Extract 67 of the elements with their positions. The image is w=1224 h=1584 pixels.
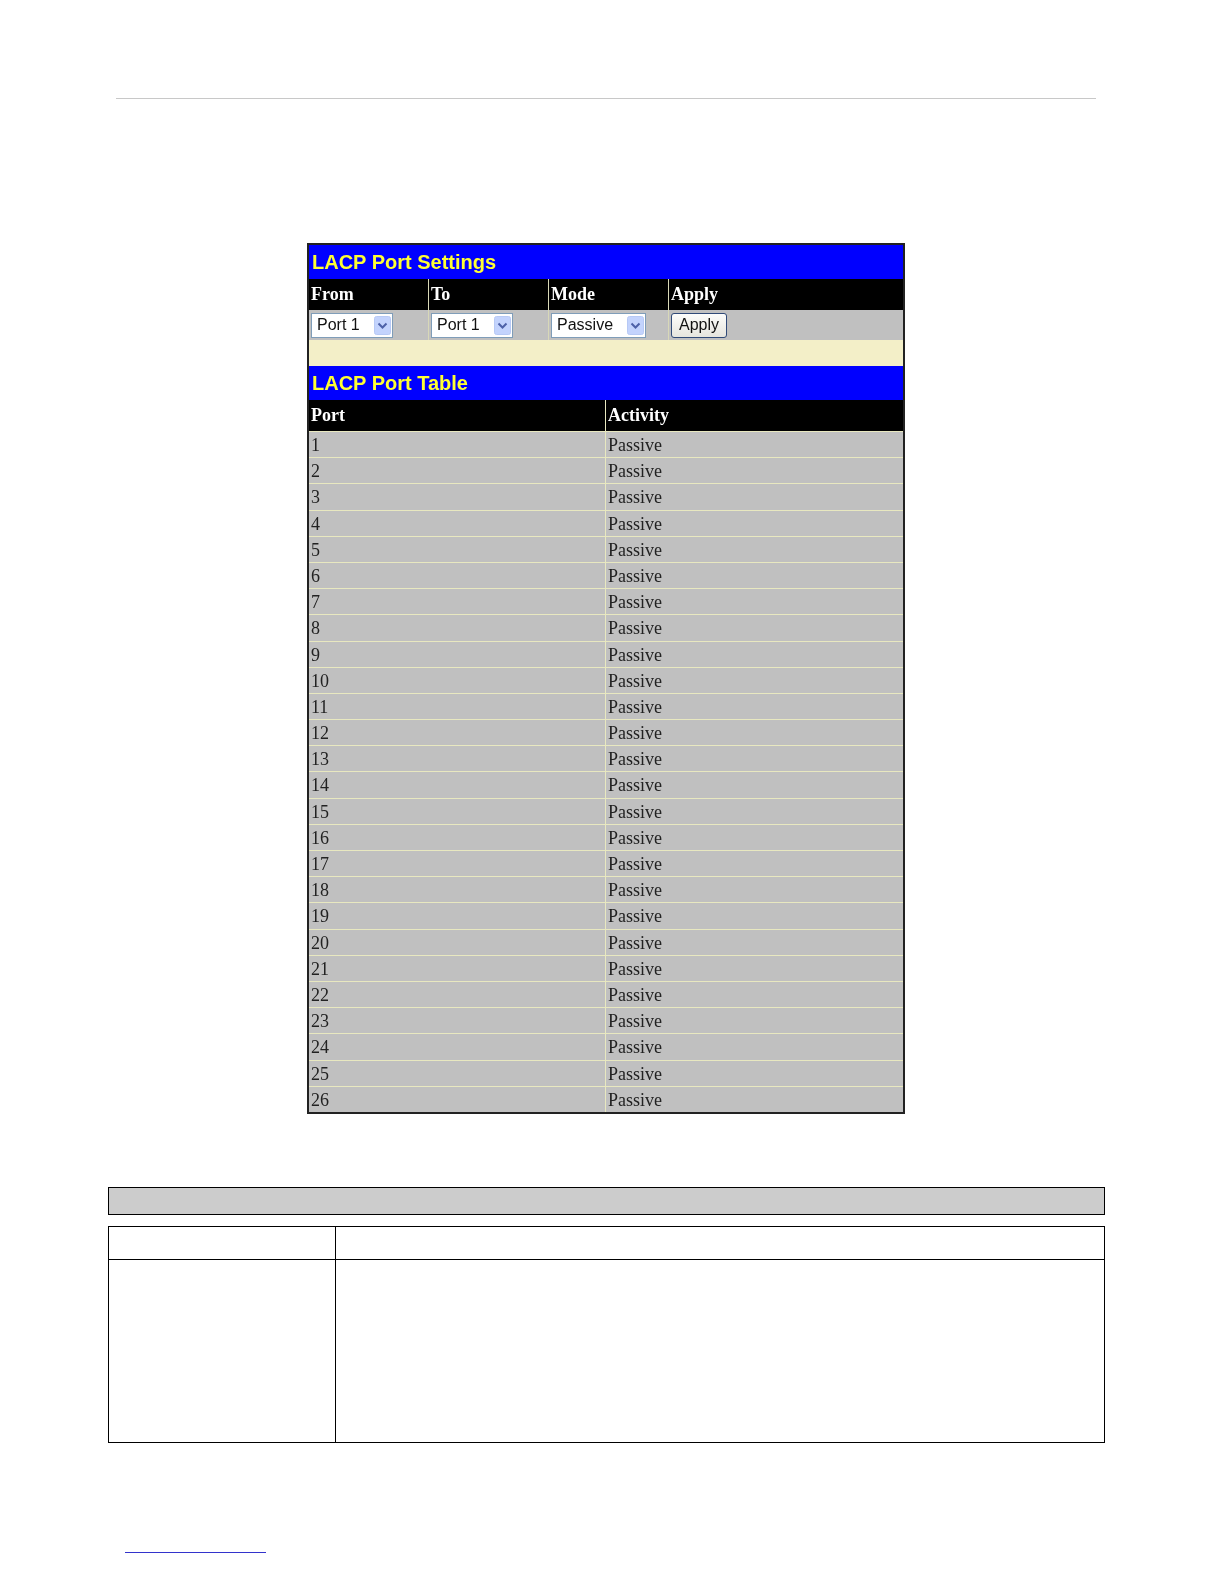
table-cell: 2 (309, 458, 605, 484)
table-cell: 11 (309, 693, 605, 720)
table-cell: 25 (309, 1060, 605, 1086)
table-cell: Passive (606, 746, 903, 772)
table-cell: 23 (309, 1008, 605, 1034)
table-cell: Passive (606, 432, 903, 458)
table-cell: 4 (309, 510, 605, 536)
table-cell: 18 (309, 877, 605, 903)
table-cell: Passive (606, 641, 903, 667)
table-cell: 21 (309, 955, 605, 981)
table-cell: Passive (606, 1086, 903, 1112)
column-header: Port (309, 400, 605, 431)
table-cell: 8 (309, 615, 605, 641)
table-cell: 6 (309, 562, 605, 589)
section-title: LACP Port Table (309, 366, 903, 400)
table-cell: 24 (309, 1034, 605, 1060)
table-cell: Passive (606, 903, 903, 929)
table-cell: Passive (606, 929, 903, 955)
table-cell: 10 (309, 667, 605, 693)
table-cell: 3 (309, 484, 605, 510)
table-cell: Passive (606, 458, 903, 484)
table-cell: 19 (309, 903, 605, 929)
table-cell: 22 (309, 981, 605, 1008)
dropdown-field[interactable]: Passive (551, 312, 647, 338)
caret-icon (493, 315, 511, 335)
apply-button[interactable]: Apply (671, 312, 728, 338)
table-cell: Passive (606, 589, 903, 615)
table-cell: 15 (309, 798, 605, 824)
table-cell: 7 (309, 589, 605, 615)
table-cell: Passive (606, 615, 903, 641)
table-cell: 12 (309, 720, 605, 746)
table-cell: Passive (606, 536, 903, 562)
column-header: To (429, 279, 548, 310)
table-cell: Passive (606, 981, 903, 1008)
table-cell: Passive (606, 1060, 903, 1086)
column-header: From (309, 279, 428, 310)
table-cell: Passive (606, 562, 903, 589)
caret-icon (627, 315, 645, 335)
table-cell: Passive (606, 798, 903, 824)
table-cell: Passive (606, 772, 903, 798)
table-cell: Passive (606, 693, 903, 720)
table-cell: 9 (309, 641, 605, 667)
table-cell: Passive (606, 1034, 903, 1060)
table-cell: Passive (606, 484, 903, 510)
table-cell: Passive (606, 667, 903, 693)
dropdown-field[interactable]: Port 1 (311, 312, 393, 338)
column-header: Activity (606, 400, 903, 431)
table-cell: 13 (309, 746, 605, 772)
caret-icon (373, 315, 391, 335)
table-cell: 1 (309, 432, 605, 458)
table-cell: 14 (309, 772, 605, 798)
table-cell: Passive (606, 851, 903, 877)
table-cell: Passive (606, 955, 903, 981)
table-cell: 5 (309, 536, 605, 562)
column-header: Mode (549, 279, 668, 310)
table-cell: Passive (606, 824, 903, 850)
table-cell: Passive (606, 720, 903, 746)
table-cell: 17 (309, 851, 605, 877)
table-cell: 16 (309, 824, 605, 850)
table-cell: 26 (309, 1086, 605, 1112)
table-cell: Passive (606, 510, 903, 536)
table-cell: Passive (606, 877, 903, 903)
table-cell: 20 (309, 929, 605, 955)
dropdown-field[interactable]: Port 1 (431, 312, 513, 338)
section-title: LACP Port Settings (309, 245, 903, 279)
column-header: Apply (669, 279, 903, 310)
table-cell: Passive (606, 1008, 903, 1034)
